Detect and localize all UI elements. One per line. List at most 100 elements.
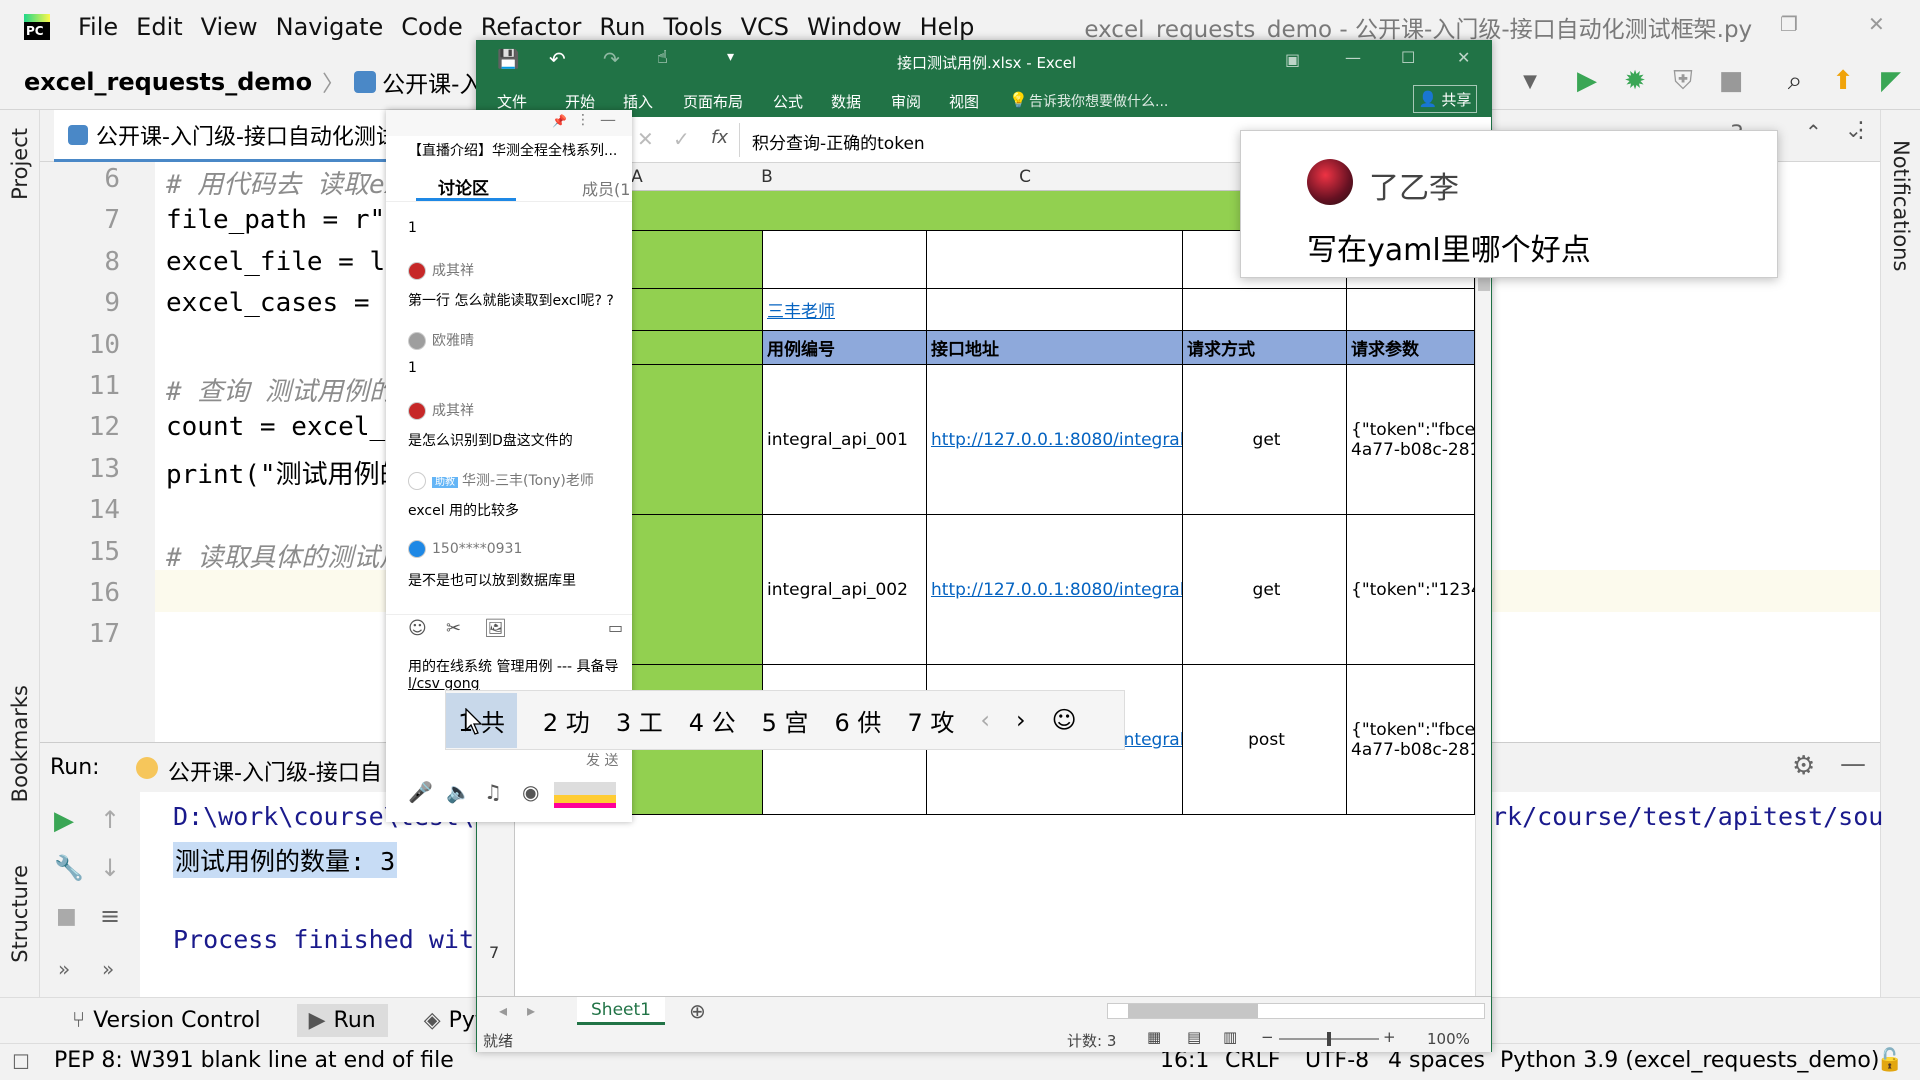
empty-row-area[interactable]	[515, 815, 1475, 996]
close-icon[interactable]: ✕	[1868, 12, 1885, 36]
menu-edit[interactable]: Edit	[136, 13, 182, 41]
ribbon-tab-layout[interactable]: 页面布局	[683, 91, 743, 112]
menu-run[interactable]: Run	[599, 13, 645, 41]
speaker-icon[interactable]: 🔈	[446, 780, 471, 804]
stop-run-icon[interactable]: ■	[56, 904, 77, 929]
rerun-icon[interactable]: ▶	[54, 806, 74, 836]
horizontal-scrollbar[interactable]	[1107, 1003, 1485, 1019]
hide-panel-icon[interactable]: —	[1840, 749, 1866, 779]
undo-icon[interactable]: ↶	[549, 47, 566, 71]
page-break-view-icon[interactable]: ▥	[1223, 1028, 1237, 1046]
touch-mode-icon[interactable]: ☝	[657, 47, 668, 68]
status-message[interactable]: PEP 8: W391 blank line at end of file	[54, 1048, 454, 1073]
ribbon-tab-data[interactable]: 数据	[831, 91, 861, 112]
page-layout-view-icon[interactable]: ▤	[1187, 1028, 1201, 1046]
pin-icon[interactable]: 📌	[552, 114, 567, 128]
message-history-icon[interactable]: ▭	[608, 618, 623, 637]
cancel-entry-icon[interactable]: ✕	[637, 127, 654, 151]
zoom-slider[interactable]	[1279, 1032, 1379, 1046]
music-icon[interactable]: ♫	[484, 780, 502, 804]
ribbon-tab-file[interactable]: 文件	[497, 91, 527, 112]
jetbrains-ai-icon[interactable]: ◤	[1876, 66, 1906, 96]
wrench-icon[interactable]: 🔧	[54, 854, 84, 882]
header-method[interactable]: 请求方式	[1183, 331, 1347, 365]
code-line[interactable]: # 读取具体的测试用	[166, 537, 405, 574]
project-tool-tab[interactable]: Project	[8, 128, 32, 200]
restore-icon[interactable]: ❐	[1780, 12, 1798, 36]
share-button[interactable]: 👤 共享	[1413, 85, 1477, 113]
ime-candidate-7[interactable]: 7 攻	[907, 703, 954, 738]
chat-input-text[interactable]: 用的在线系统 管理用例 --- 具备导	[408, 656, 619, 676]
ribbon-display-icon[interactable]: ▣	[1285, 50, 1300, 69]
chat-username[interactable]: 欧雅晴	[408, 330, 474, 350]
toggle-tool-windows-icon[interactable]: ☐	[12, 1050, 30, 1074]
scissors-icon[interactable]: ✂	[446, 618, 461, 639]
tell-me-search[interactable]: 告诉我你想要做什么...	[1029, 91, 1168, 111]
case-id-cell[interactable]: integral_api_001	[763, 365, 927, 515]
confirm-entry-icon[interactable]: ✓	[673, 127, 690, 151]
send-button[interactable]: 发 送	[586, 750, 618, 770]
menu-tools[interactable]: Tools	[663, 13, 722, 41]
ribbon-tab-home[interactable]: 开始	[565, 91, 595, 112]
minimize-icon[interactable]: —	[1690, 12, 1710, 36]
cell-b2[interactable]	[763, 231, 927, 289]
editor-tab-active[interactable]: 公开课-入门级-接口自动化测试	[54, 110, 412, 162]
header-case-id[interactable]: 用例编号	[763, 331, 927, 365]
ribbon-tab-formulas[interactable]: 公式	[773, 91, 803, 112]
microphone-icon[interactable]: 🎤	[408, 780, 433, 804]
zoom-in-icon[interactable]: +	[1383, 1028, 1396, 1046]
method-cell[interactable]: post	[1183, 665, 1347, 815]
soft-wrap-icon[interactable]: ≡	[100, 902, 120, 930]
chat-more-icon[interactable]: ⋮	[576, 112, 590, 128]
update-icon[interactable]: ⬆	[1828, 66, 1858, 96]
tab-members[interactable]: 成员(1	[582, 176, 630, 200]
sheet-next-icon[interactable]: ▸	[527, 1001, 535, 1020]
method-cell[interactable]: get	[1183, 365, 1347, 515]
column-header-b[interactable]: B	[757, 167, 777, 187]
debug-icon[interactable]: ✹	[1620, 66, 1650, 96]
ribbon-tab-review[interactable]: 审阅	[891, 91, 921, 112]
ime-candidate-6[interactable]: 6 供	[835, 703, 882, 738]
header-url[interactable]: 接口地址	[927, 331, 1183, 365]
ribbon-tab-view[interactable]: 视图	[949, 91, 979, 112]
code-line[interactable]: excel_cases = e	[166, 288, 401, 318]
cell-c3[interactable]	[927, 289, 1183, 331]
ime-next-page-icon[interactable]: ›	[1016, 706, 1026, 734]
chat-minimize-icon[interactable]: —	[600, 110, 616, 129]
lock-icon[interactable]: 🔓	[1876, 1048, 1903, 1073]
cell-d3[interactable]	[1183, 289, 1347, 331]
menu-code[interactable]: Code	[401, 13, 462, 41]
coverage-icon[interactable]: ⛨	[1668, 66, 1698, 96]
zoom-level[interactable]: 100%	[1427, 1030, 1470, 1048]
url-cell[interactable]: http://127.0.0.1:8080/integral	[927, 515, 1183, 665]
run-icon[interactable]: ▶	[1572, 66, 1602, 96]
vertical-scrollbar[interactable]	[1475, 191, 1491, 996]
horizontal-scrollbar-thumb[interactable]	[1128, 1004, 1258, 1018]
excel-close-icon[interactable]: ✕	[1457, 48, 1470, 67]
chat-username[interactable]: 成其祥	[408, 260, 474, 280]
cell-e3[interactable]	[1347, 289, 1475, 331]
previous-occurrence-icon[interactable]: ⌃	[1805, 120, 1822, 144]
stop-icon[interactable]: ■	[1716, 66, 1746, 96]
chat-username[interactable]: 成其祥	[408, 400, 474, 420]
add-sheet-icon[interactable]: ⊕	[689, 999, 706, 1023]
sheet-prev-icon[interactable]: ◂	[499, 1001, 507, 1020]
row-number-7[interactable]: 7	[489, 943, 499, 962]
save-icon[interactable]: 💾	[497, 49, 519, 70]
menu-refactor[interactable]: Refactor	[481, 13, 582, 41]
excel-restore-icon[interactable]: ☐	[1401, 48, 1415, 67]
chat-username[interactable]: 助教 华测-三丰(Tony)老师	[408, 470, 594, 490]
structure-tool-tab[interactable]: Structure	[8, 865, 32, 963]
customize-toolbar-icon[interactable]: ▾	[727, 49, 734, 65]
expand-more-icon-2[interactable]: »	[102, 957, 114, 981]
bookmarks-tool-tab[interactable]: Bookmarks	[8, 685, 32, 802]
ime-emoji-icon[interactable]: ☺	[1052, 706, 1077, 734]
zoom-out-icon[interactable]: −	[1261, 1028, 1274, 1046]
ribbon-tab-insert[interactable]: 插入	[623, 91, 653, 112]
record-icon[interactable]: ◉	[522, 780, 539, 804]
params-cell[interactable]: {"token":"12345	[1347, 515, 1475, 665]
chat-username[interactable]: 150****0931	[408, 540, 522, 558]
zoom-slider-thumb[interactable]	[1327, 1032, 1331, 1046]
menu-help[interactable]: Help	[920, 13, 975, 41]
ime-candidate-4[interactable]: 4 公	[689, 703, 736, 738]
